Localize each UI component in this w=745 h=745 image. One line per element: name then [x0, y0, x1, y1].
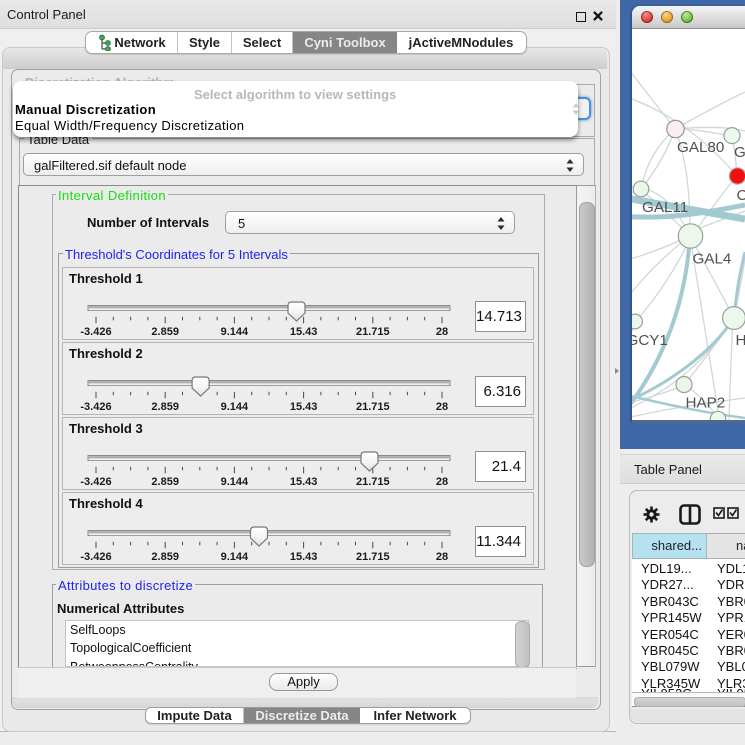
- svg-text:GCY1: GCY1: [632, 332, 668, 349]
- svg-text:G.: G.: [734, 144, 745, 161]
- svg-text:9.144: 9.144: [221, 476, 249, 488]
- svg-text:21.715: 21.715: [356, 476, 390, 488]
- svg-text:2.859: 2.859: [151, 551, 179, 563]
- svg-text:28: 28: [436, 326, 448, 338]
- svg-text:GAL4: GAL4: [693, 251, 732, 268]
- svg-text:-3.426: -3.426: [80, 551, 111, 563]
- svg-text:GAL80: GAL80: [677, 139, 724, 156]
- svg-text:HAP2: HAP2: [686, 395, 726, 412]
- svg-text:15.43: 15.43: [290, 476, 318, 488]
- svg-text:-3.426: -3.426: [80, 401, 111, 413]
- svg-text:15.43: 15.43: [290, 401, 318, 413]
- svg-text:-3.426: -3.426: [80, 326, 111, 338]
- svg-text:21.715: 21.715: [356, 551, 390, 563]
- svg-text:9.144: 9.144: [221, 551, 249, 563]
- svg-text:21.715: 21.715: [356, 326, 390, 338]
- svg-text:28: 28: [436, 476, 448, 488]
- svg-text:21.715: 21.715: [356, 401, 390, 413]
- svg-text:GAL11: GAL11: [642, 199, 688, 216]
- svg-text:2.859: 2.859: [151, 401, 179, 413]
- svg-text:15.43: 15.43: [290, 326, 318, 338]
- svg-text:C: C: [737, 187, 745, 204]
- svg-text:2.859: 2.859: [151, 326, 179, 338]
- svg-text:9.144: 9.144: [221, 326, 249, 338]
- svg-text:-3.426: -3.426: [80, 476, 111, 488]
- svg-text:28: 28: [436, 401, 448, 413]
- svg-text:H: H: [736, 332, 745, 349]
- svg-text:2.859: 2.859: [151, 476, 179, 488]
- svg-text:15.43: 15.43: [290, 551, 318, 563]
- svg-text:9.144: 9.144: [221, 401, 249, 413]
- svg-text:28: 28: [436, 551, 448, 563]
